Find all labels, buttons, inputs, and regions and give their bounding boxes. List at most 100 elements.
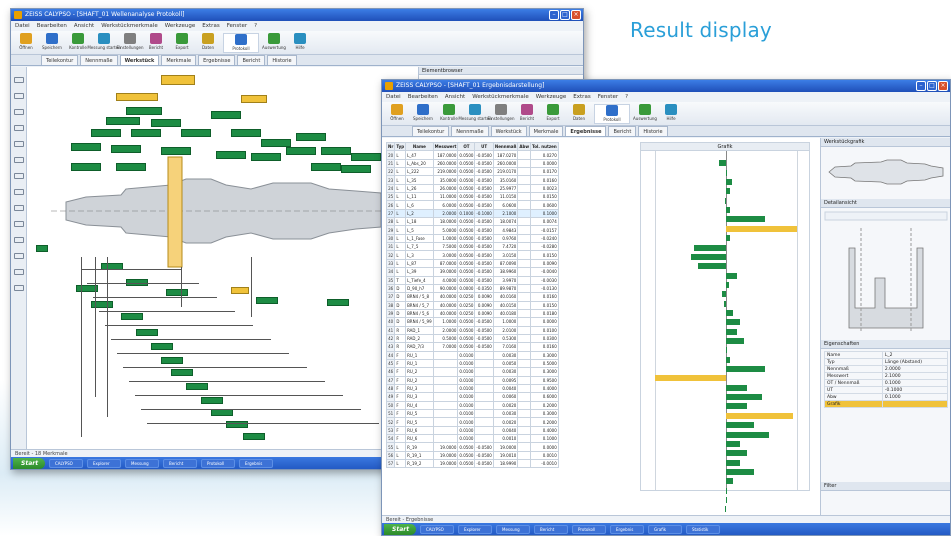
- table-row[interactable]: 55 L R_19 19.0000 0.0500 -0.0500 19.0000 0.0000: [385, 442, 559, 452]
- dimension-callout[interactable]: [161, 357, 183, 364]
- tab-nennmaße[interactable]: Nennmaße: [80, 55, 118, 65]
- dimension-callout[interactable]: [131, 129, 161, 137]
- table-row[interactable]: 44 F RU_1 0.0100 0.0030 0.3000: [385, 350, 559, 360]
- toolbar-button[interactable]: Hilfe: [660, 103, 682, 124]
- taskbar-item[interactable]: Bericht: [163, 458, 197, 468]
- start-button[interactable]: Start: [13, 457, 45, 469]
- table-row[interactable]: 54 F RU_6 0.0100 0.0010 0.1000: [385, 434, 559, 444]
- toolbar-button[interactable]: Auswertung: [262, 32, 286, 53]
- taskbar-item[interactable]: Messung: [496, 524, 530, 534]
- start-button[interactable]: Start: [384, 523, 416, 535]
- menu-item[interactable]: Ansicht: [445, 92, 465, 102]
- table-row[interactable]: 42 R RAD_2 0.5000 0.0500 -0.0500 0.5300 0.0300: [385, 333, 559, 344]
- close-button[interactable]: ×: [938, 81, 948, 91]
- table-row[interactable]: 31 L L_7_5 7.5000 0.0500 -0.0500 7.4720 -0.0280: [385, 242, 559, 252]
- table-row[interactable]: 39 D BRN4 / 5_6 40.0000 0.0250 0.0090 40.0180 0…: [385, 308, 559, 319]
- taskbar-item[interactable]: Ergebnis: [610, 524, 644, 534]
- toolbar-button[interactable]: Hilfe: [289, 32, 311, 53]
- taskbar-item[interactable]: Messung: [125, 458, 159, 468]
- dimension-callout[interactable]: [91, 129, 121, 137]
- table-row[interactable]: 57 L R_19_2 19.0000 0.0500 -0.0500 18.9990 -0.0…: [385, 459, 559, 469]
- menu-item[interactable]: Werkzeuge: [536, 92, 567, 102]
- dimension-callout[interactable]: [126, 107, 162, 115]
- close-button[interactable]: ×: [571, 10, 581, 20]
- taskbar-item[interactable]: Grafik: [648, 524, 682, 534]
- tab-bericht[interactable]: Bericht: [237, 55, 266, 65]
- menu-item[interactable]: Extras: [573, 92, 590, 102]
- maximize-button[interactable]: □: [560, 10, 570, 20]
- dimension-callout[interactable]: [296, 133, 326, 141]
- table-row[interactable]: 51 F RU_5 0.0100 0.0030 0.3000: [385, 408, 559, 419]
- tab-historie[interactable]: Historie: [638, 126, 668, 136]
- column-header[interactable]: UT: [474, 141, 494, 152]
- menu-item[interactable]: Bearbeiten: [37, 21, 67, 31]
- dimension-callout[interactable]: [71, 163, 101, 171]
- toolbar-button[interactable]: Öffnen: [386, 103, 408, 124]
- table-row[interactable]: 20 L L_47 187.0000 0.0500 -0.0500 187.0270 0.02…: [385, 150, 559, 160]
- table-row[interactable]: 45 F RU_1 0.0100 0.0050 0.5000: [385, 358, 559, 369]
- taskbar-item[interactable]: Bericht: [534, 524, 568, 534]
- menu-item[interactable]: ?: [254, 21, 257, 31]
- table-row[interactable]: 53 F RU_6 0.0100 0.0040 0.4000: [385, 425, 559, 436]
- tab-ergebnisse[interactable]: Ergebnisse: [565, 126, 607, 136]
- dimension-callout[interactable]: [243, 433, 265, 440]
- toolbar-button[interactable]: Kontrolle: [67, 32, 89, 53]
- table-row[interactable]: 30 L L_1_Fase 1.0000 0.0500 -0.0500 0.9760 -0.0…: [385, 233, 559, 244]
- menu-item[interactable]: Datei: [15, 21, 30, 31]
- dimension-callout[interactable]: [166, 289, 188, 296]
- dimension-callout[interactable]: [251, 153, 281, 161]
- taskbar-item[interactable]: CALYPSO: [49, 458, 83, 468]
- table-row[interactable]: 38 D BRN4 / 5_7 40.0000 0.0250 0.0090 40.0150 0…: [385, 300, 559, 310]
- table-row[interactable]: 26 L L_6 6.0000 0.0500 -0.0500 6.0600 0.0600: [385, 200, 559, 210]
- table-row[interactable]: 29 L L_5 5.0000 0.0500 -0.0500 4.9843 -0.0157: [385, 225, 559, 235]
- table-row[interactable]: 48 F RU_3 0.0100 0.0040 0.4000: [385, 383, 559, 394]
- toolbar-button[interactable]: Export: [171, 32, 193, 53]
- dimension-callout[interactable]: [216, 151, 246, 159]
- column-header[interactable]: Messwert: [432, 141, 459, 152]
- dimension-callout[interactable]: [151, 119, 181, 127]
- table-row[interactable]: 33 L L_87 87.0000 0.0500 -0.0500 87.0090 0.0090: [385, 258, 559, 269]
- table-row[interactable]: 37 D BRN4 / 5_8 40.0000 0.0250 0.0090 40.0160 0…: [385, 292, 559, 302]
- minimize-button[interactable]: –: [916, 81, 926, 91]
- dimension-callout[interactable]: [327, 299, 349, 306]
- toolbar-button[interactable]: Speichern: [41, 32, 63, 53]
- taskbar-item[interactable]: Protokoll: [572, 524, 606, 534]
- tab-nennmaße[interactable]: Nennmaße: [451, 126, 489, 136]
- table-row[interactable]: 49 F RU_3 0.0100 0.0060 0.6000: [385, 392, 559, 402]
- dimension-callout[interactable]: [201, 397, 223, 404]
- dimension-callout[interactable]: [311, 163, 341, 171]
- maximize-button[interactable]: □: [927, 81, 937, 91]
- column-header[interactable]: Name: [405, 141, 434, 152]
- column-header[interactable]: Nr: [385, 141, 396, 152]
- tab-teilekontur[interactable]: Teilekontur: [41, 55, 79, 65]
- taskbar-item[interactable]: Explorer: [87, 458, 121, 468]
- table-row[interactable]: 22 L L_222 219.0000 0.0500 -0.0500 219.0170 0.0…: [385, 167, 559, 177]
- dimension-callout[interactable]: [231, 287, 249, 294]
- dimension-callout[interactable]: [261, 139, 291, 147]
- dimension-callout[interactable]: [106, 117, 140, 125]
- taskbar-item[interactable]: Ergebnis: [239, 458, 273, 468]
- menu-item[interactable]: ?: [625, 92, 628, 102]
- menu-item[interactable]: Fenster: [227, 21, 247, 31]
- toolbar-button[interactable]: Protokoll: [594, 103, 630, 124]
- dimension-callout[interactable]: [211, 409, 233, 416]
- toolbar-button[interactable]: Messung starten: [87, 32, 121, 53]
- table-row[interactable]: 27 L L_2 2.0000 0.1000 -0.1000 2.1000 0.1000: [385, 208, 559, 219]
- tab-ergebnisse[interactable]: Ergebnisse: [198, 55, 236, 65]
- toolbar-button[interactable]: Export: [542, 103, 564, 124]
- taskbar-item[interactable]: Statistik: [686, 524, 720, 534]
- dimension-callout[interactable]: [211, 111, 241, 119]
- dimension-callout[interactable]: [321, 147, 351, 155]
- dimension-callout[interactable]: [181, 129, 211, 137]
- taskbar-item[interactable]: Protokoll: [201, 458, 235, 468]
- toolbar-button[interactable]: Speichern: [412, 103, 434, 124]
- column-header[interactable]: OT: [457, 141, 476, 152]
- table-row[interactable]: 40 D BRN4 / 5_99 1.0000 0.0500 -0.0500 1.0000 0…: [385, 317, 559, 327]
- table-row[interactable]: 43 R RAD_7/3 7.0000 0.0500 -0.0500 7.0160 0.016…: [385, 342, 559, 352]
- column-header[interactable]: Nennmaß: [492, 141, 519, 152]
- taskbar-item[interactable]: CALYPSO: [420, 524, 454, 534]
- tab-merkmale[interactable]: Merkmale: [528, 126, 564, 136]
- menu-item[interactable]: Extras: [202, 21, 219, 31]
- table-row[interactable]: 25 L L_11 11.0000 0.0500 -0.0500 11.0150 0.0150: [385, 192, 559, 202]
- table-row[interactable]: 56 L R_19_1 19.0000 0.0500 -0.0500 19.0010 0.00…: [385, 450, 559, 461]
